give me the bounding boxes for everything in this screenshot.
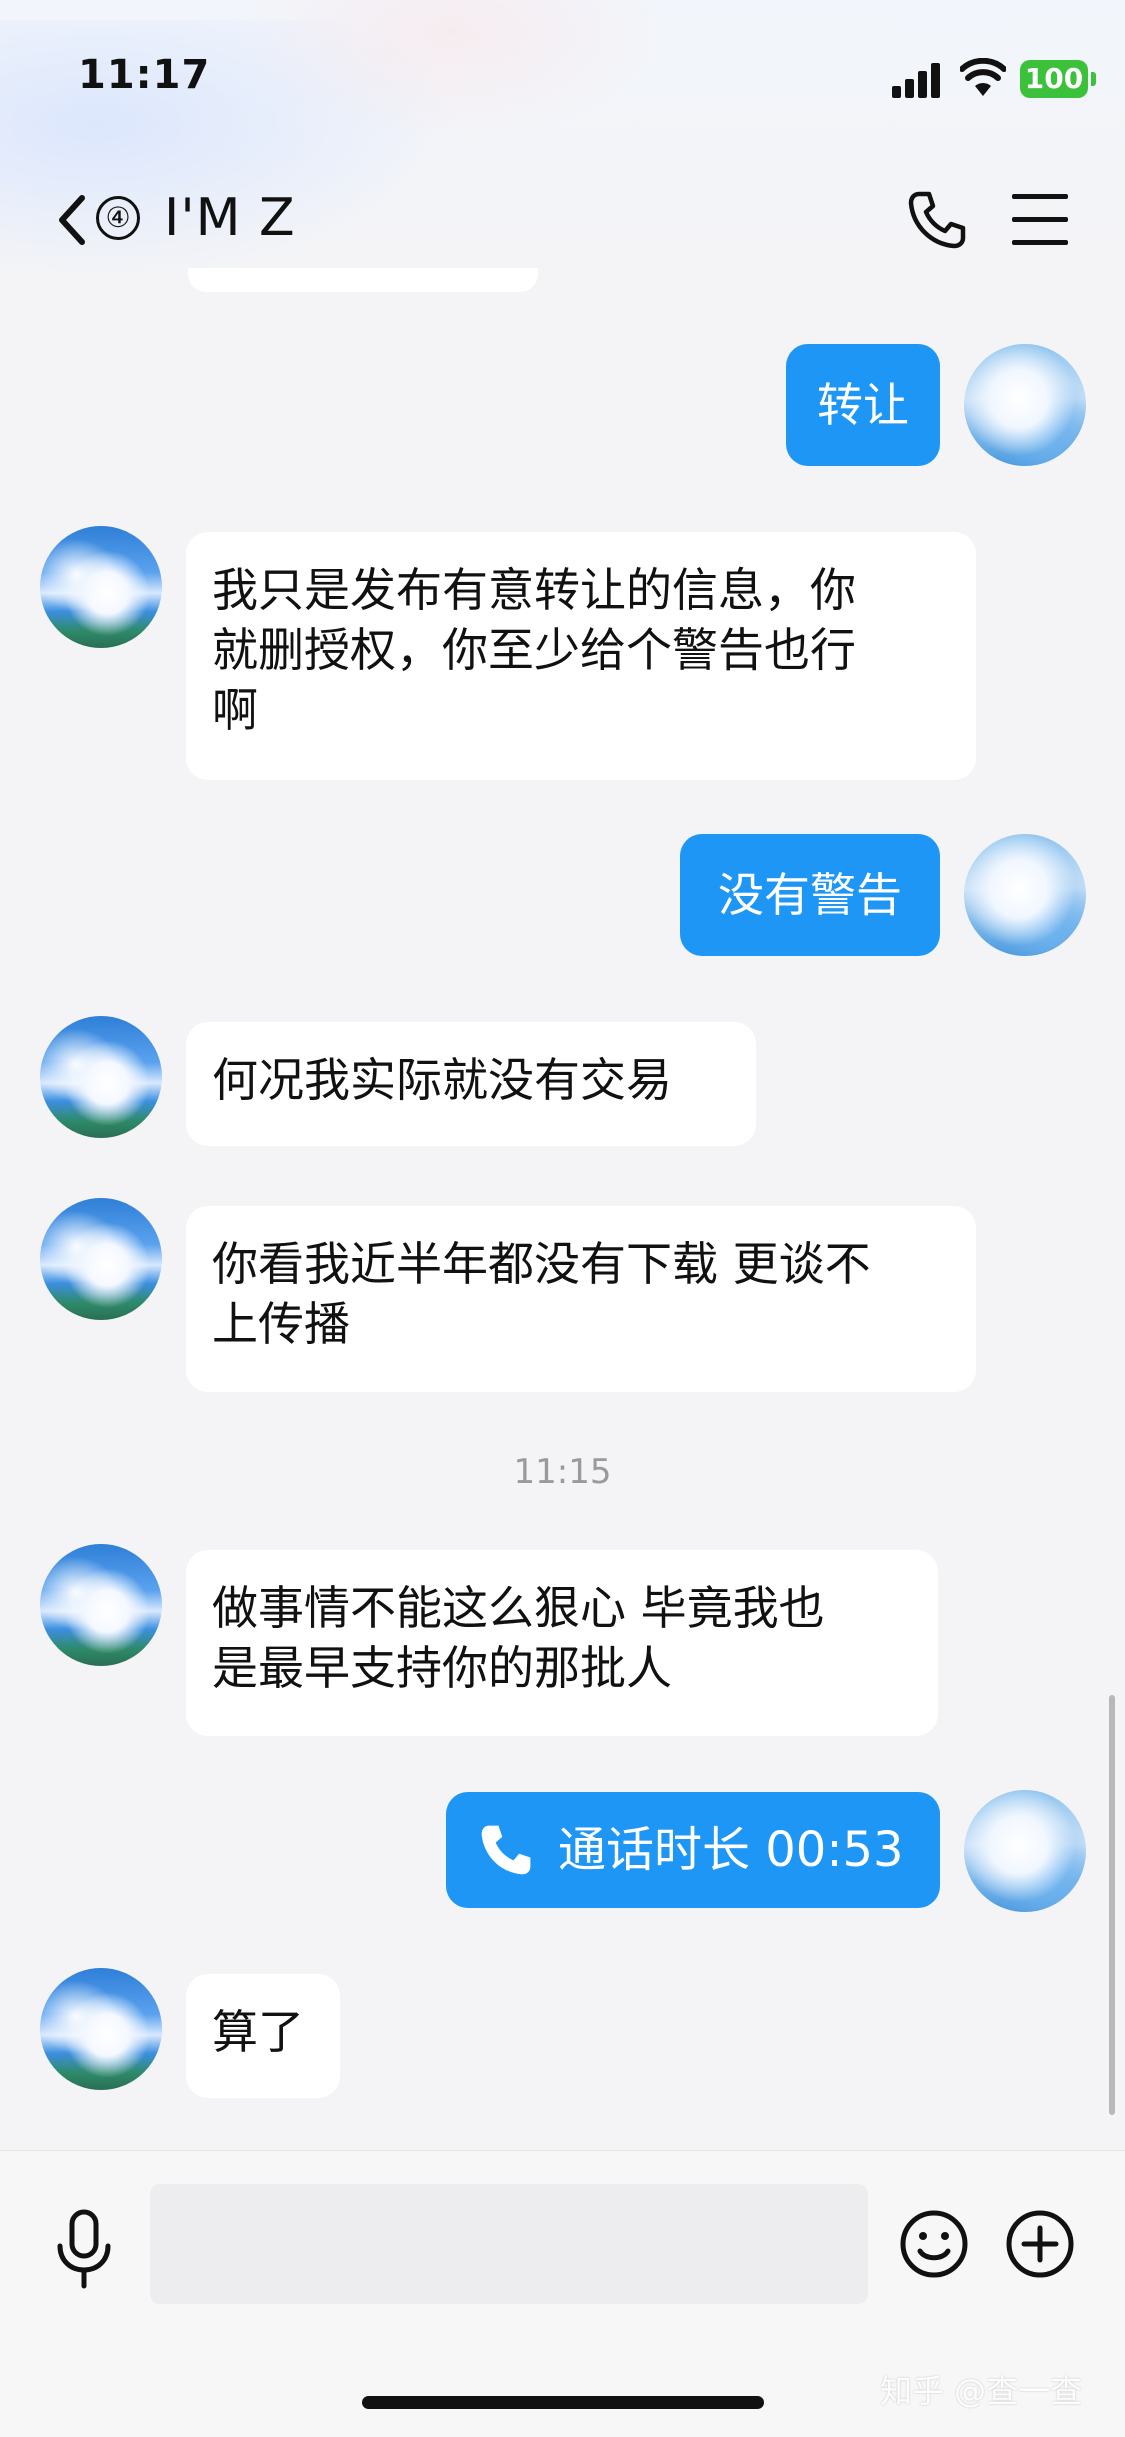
message-bubble-incoming[interactable]: 何况我实际就没有交易 <box>186 1022 756 1146</box>
avatar-self[interactable] <box>964 344 1086 466</box>
message-text: 何况我实际就没有交易 <box>212 1053 672 1107</box>
microphone-icon[interactable] <box>52 2208 116 2292</box>
avatar-contact[interactable] <box>40 1544 162 1666</box>
status-time: 11:17 <box>78 52 211 98</box>
home-indicator[interactable] <box>362 2396 764 2409</box>
status-bar: 11:17 100 <box>0 0 1125 160</box>
back-chevron-icon[interactable] <box>52 190 92 250</box>
message-text-line: 是最早支持你的那批人 <box>212 1641 672 1695</box>
menu-icon[interactable] <box>1012 194 1072 246</box>
call-record-bubble[interactable]: 通话时长 00:53 <box>446 1792 940 1908</box>
message-text: 算了 <box>212 2005 304 2059</box>
avatar-contact[interactable] <box>40 526 162 648</box>
message-bubble-incoming[interactable]: 算了 <box>186 1974 340 2098</box>
message-text-line: 就删授权，你至少给个警告也行 <box>212 623 856 677</box>
phone-call-icon <box>481 1825 531 1875</box>
phone-icon[interactable] <box>905 188 969 252</box>
clipped-message-bubble <box>188 268 538 292</box>
message-text-line: 上传播 <box>212 1297 350 1351</box>
call-duration-text: 通话时长 00:53 <box>558 1822 904 1878</box>
cellular-signal-icon <box>892 62 944 98</box>
avatar-contact[interactable] <box>40 1198 162 1320</box>
avatar-self[interactable] <box>964 834 1086 956</box>
message-text-line: 啊 <box>212 683 258 737</box>
watermark: 知乎 @查一查 <box>880 2372 1083 2410</box>
chat-scrollbar[interactable] <box>1109 1695 1115 2115</box>
unread-count-badge[interactable]: ④ <box>96 196 140 240</box>
avatar-contact[interactable] <box>40 1968 162 2090</box>
message-text: 没有警告 <box>718 868 902 922</box>
avatar-self[interactable] <box>964 1790 1086 1912</box>
message-bubble-outgoing[interactable]: 没有警告 <box>680 834 940 956</box>
message-input[interactable] <box>150 2184 868 2304</box>
message-bubble-outgoing[interactable]: 转让 <box>786 344 940 466</box>
message-bubble-incoming[interactable]: 做事情不能这么狠心 毕竟我也 是最早支持你的那批人 <box>186 1550 938 1736</box>
chat-header: ④ I'M Z <box>0 160 1125 270</box>
plus-icon[interactable] <box>1004 2208 1076 2280</box>
wifi-icon <box>960 58 1006 96</box>
chat-title: I'M Z <box>164 188 296 248</box>
message-bubble-incoming[interactable]: 我只是发布有意转让的信息，你 就删授权，你至少给个警告也行 啊 <box>186 532 976 780</box>
battery-indicator: 100 <box>1020 60 1096 98</box>
message-text-line: 做事情不能这么狠心 毕竟我也 <box>212 1581 825 1635</box>
emoji-icon[interactable] <box>898 2208 970 2280</box>
message-bubble-incoming[interactable]: 你看我近半年都没有下载 更谈不 上传播 <box>186 1206 976 1392</box>
message-text-line: 你看我近半年都没有下载 更谈不 <box>212 1237 871 1291</box>
avatar-contact[interactable] <box>40 1016 162 1138</box>
message-text-line: 我只是发布有意转让的信息，你 <box>212 563 856 617</box>
message-timestamp: 11:15 <box>513 1452 612 1492</box>
message-text: 转让 <box>817 378 909 432</box>
